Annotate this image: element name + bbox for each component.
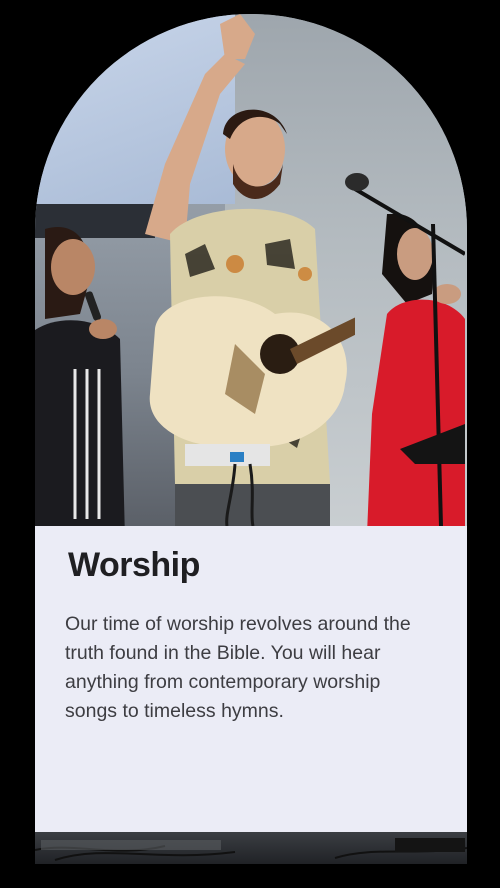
microphone-stand: [345, 173, 465, 526]
content-panel: Worship Our time of worship revolves aro…: [35, 526, 467, 832]
worship-card[interactable]: Worship Our time of worship revolves aro…: [35, 14, 467, 864]
card-title: Worship: [68, 546, 200, 584]
stage-floor-strip: [35, 832, 467, 864]
card-description: Our time of worship revolves around the …: [65, 613, 411, 722]
worship-photo: [35, 14, 467, 526]
floor-cables: [35, 838, 467, 861]
